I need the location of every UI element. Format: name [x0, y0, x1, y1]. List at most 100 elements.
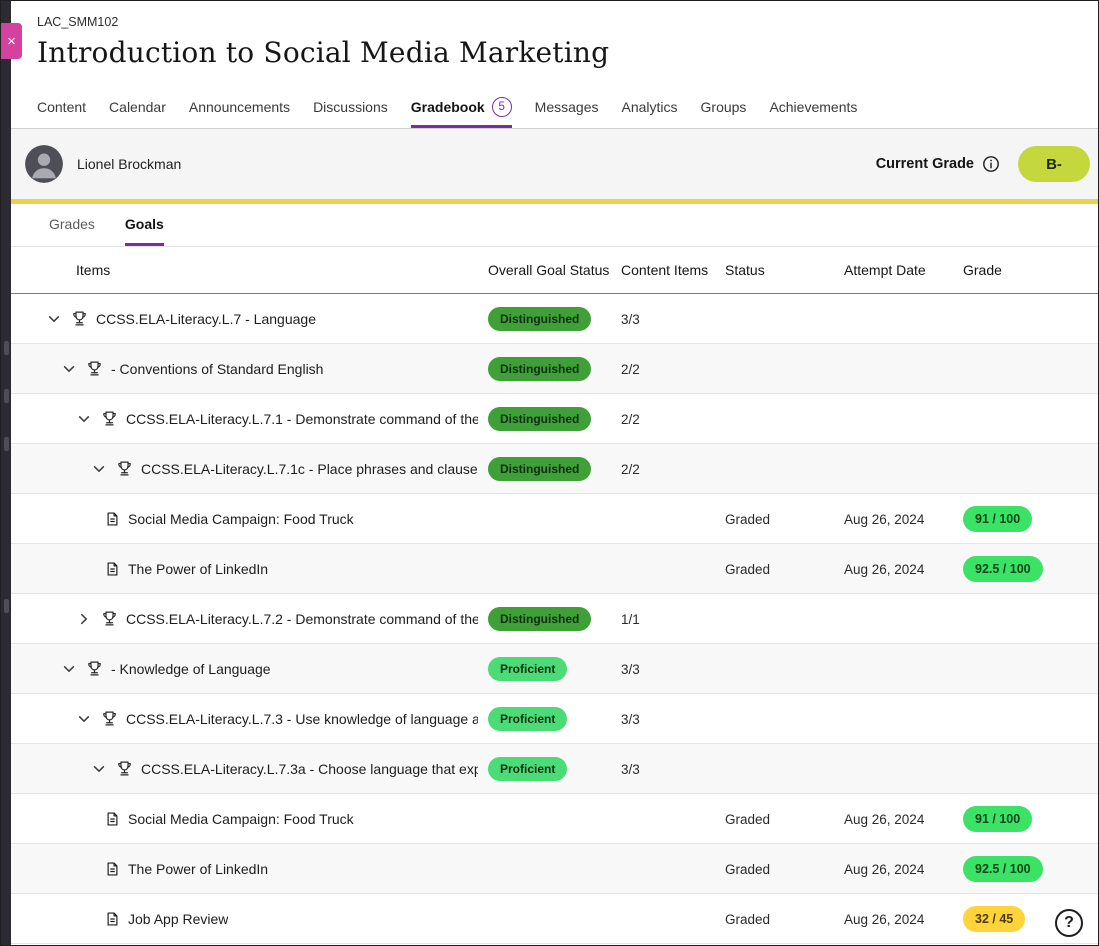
- trophy-icon: [116, 760, 133, 777]
- goal-row: CCSS.ELA-Literacy.L.7.2 - Demonstrate co…: [11, 594, 1098, 644]
- grade-pill[interactable]: 91 / 100: [963, 806, 1032, 832]
- tab-achievements[interactable]: Achievements: [769, 89, 857, 128]
- grade-pill[interactable]: 32 / 45: [963, 906, 1025, 932]
- goal-row: CCSS.ELA-Literacy.L.7.3a - Choose langua…: [11, 744, 1098, 794]
- gradebook-count-badge: 5: [492, 97, 512, 117]
- chevron-down-icon: [77, 712, 91, 726]
- tab-label: Messages: [535, 99, 599, 115]
- tab-groups[interactable]: Groups: [701, 89, 747, 128]
- trophy-icon: [71, 310, 88, 327]
- goal-row: - Knowledge of LanguageProficient3/3: [11, 644, 1098, 694]
- goal-label: CCSS.ELA-Literacy.L.7.1c - Place phrases…: [141, 461, 478, 477]
- course-header: LAC_SMM102 Introduction to Social Media …: [11, 1, 1098, 89]
- collapse-toggle[interactable]: [90, 760, 108, 778]
- collapse-toggle[interactable]: [90, 460, 108, 478]
- content-item-row: The Power of LinkedInGradedAug 26, 20249…: [11, 844, 1098, 894]
- trophy-icon: [101, 610, 118, 627]
- current-grade-label: Current Grade: [876, 156, 974, 172]
- content-item-title[interactable]: Job App Review: [128, 911, 228, 927]
- goal-status-badge: Proficient: [488, 757, 567, 781]
- document-icon: [105, 911, 120, 927]
- tab-label: Content: [37, 99, 86, 115]
- attempt-date: Aug 26, 2024: [844, 562, 924, 577]
- tab-analytics[interactable]: Analytics: [621, 89, 677, 128]
- column-header-attempt-date: Attempt Date: [844, 262, 963, 278]
- current-grade-pill[interactable]: B-: [1018, 146, 1090, 182]
- expand-toggle[interactable]: [75, 610, 93, 628]
- tab-label: Analytics: [621, 99, 677, 115]
- tab-label: Announcements: [189, 99, 290, 115]
- attempt-date: Aug 26, 2024: [844, 812, 924, 827]
- column-header-status: Status: [725, 262, 844, 278]
- tab-gradebook[interactable]: Gradebook 5: [411, 89, 512, 128]
- collapse-toggle[interactable]: [75, 410, 93, 428]
- document-icon: [105, 811, 120, 827]
- rail-partial-icon: [4, 599, 9, 613]
- goal-row: CCSS.ELA-Literacy.L.7 - LanguageDistingu…: [11, 294, 1098, 344]
- info-icon[interactable]: [982, 155, 1000, 173]
- collapse-toggle[interactable]: [60, 660, 78, 678]
- close-panel-button[interactable]: ×: [1, 23, 22, 59]
- goal-status-badge: Distinguished: [488, 607, 591, 631]
- document-icon: [105, 861, 120, 877]
- goal-status-badge: Distinguished: [488, 307, 591, 331]
- content-items-count: 2/2: [621, 412, 640, 427]
- goal-label: CCSS.ELA-Literacy.L.7.1 - Demonstrate co…: [126, 411, 478, 427]
- chevron-down-icon: [62, 362, 76, 376]
- goals-table-header: ItemsOverall Goal StatusContent ItemsSta…: [11, 247, 1098, 294]
- tab-label: Gradebook: [411, 99, 485, 115]
- trophy-icon: [116, 460, 133, 477]
- tab-messages[interactable]: Messages: [535, 89, 599, 128]
- student-bar: Lionel Brockman Current Grade B-: [11, 129, 1098, 199]
- course-title: Introduction to Social Media Marketing: [37, 36, 1098, 69]
- content-item-title[interactable]: Social Media Campaign: Food Truck: [128, 811, 354, 827]
- gradebook-subtabs: Grades Goals: [11, 204, 1098, 247]
- goal-label: CCSS.ELA-Literacy.L.7.3a - Choose langua…: [141, 761, 478, 777]
- collapse-toggle[interactable]: [45, 310, 63, 328]
- tab-content[interactable]: Content: [37, 89, 86, 128]
- goal-status-badge: Distinguished: [488, 357, 591, 381]
- content-items-count: 3/3: [621, 712, 640, 727]
- grade-pill[interactable]: 92.5 / 100: [963, 556, 1043, 582]
- course-id: LAC_SMM102: [37, 15, 1098, 29]
- content-items-count: 3/3: [621, 762, 640, 777]
- rail-partial-icon: [4, 341, 9, 355]
- content-item-title[interactable]: The Power of LinkedIn: [128, 861, 268, 877]
- user-avatar-icon: [25, 145, 63, 183]
- rail-partial-icon: [4, 389, 9, 403]
- main-content: LAC_SMM102 Introduction to Social Media …: [11, 1, 1098, 945]
- goal-row: CCSS.ELA-Literacy.L.7.1 - Demonstrate co…: [11, 394, 1098, 444]
- goal-label: - Conventions of Standard English: [111, 361, 323, 377]
- grade-pill[interactable]: 92.5 / 100: [963, 856, 1043, 882]
- content-items-count: 2/2: [621, 462, 640, 477]
- tab-announcements[interactable]: Announcements: [189, 89, 290, 128]
- column-header-grade: Grade: [963, 262, 1098, 278]
- goal-label: CCSS.ELA-Literacy.L.7.3 - Use knowledge …: [126, 711, 478, 727]
- chevron-down-icon: [92, 762, 106, 776]
- help-button[interactable]: ?: [1055, 909, 1083, 937]
- collapse-toggle[interactable]: [60, 360, 78, 378]
- column-header-items: Items: [11, 262, 488, 278]
- goal-row: CCSS.ELA-Literacy.L.7.1c - Place phrases…: [11, 444, 1098, 494]
- tab-calendar[interactable]: Calendar: [109, 89, 166, 128]
- gradebook-goals-page: × LAC_SMM102 Introduction to Social Medi…: [0, 0, 1099, 946]
- content-item-title[interactable]: The Power of LinkedIn: [128, 561, 268, 577]
- course-nav: Content Calendar Announcements Discussions G…: [11, 89, 1098, 129]
- chevron-right-icon: [77, 612, 91, 626]
- column-header-overall-goal-status: Overall Goal Status: [488, 262, 621, 278]
- left-rail: [1, 1, 11, 945]
- item-status: Graded: [725, 512, 770, 527]
- tab-discussions[interactable]: Discussions: [313, 89, 388, 128]
- trophy-icon: [101, 410, 118, 427]
- goal-label: - Knowledge of Language: [111, 661, 271, 677]
- subtab-goals[interactable]: Goals: [125, 216, 164, 246]
- collapse-toggle[interactable]: [75, 710, 93, 728]
- item-status: Graded: [725, 812, 770, 827]
- content-item-title[interactable]: Social Media Campaign: Food Truck: [128, 511, 354, 527]
- subtab-grades[interactable]: Grades: [49, 216, 95, 246]
- item-status: Graded: [725, 562, 770, 577]
- trophy-icon: [86, 360, 103, 377]
- attempt-date: Aug 26, 2024: [844, 912, 924, 927]
- grade-pill[interactable]: 91 / 100: [963, 506, 1032, 532]
- tab-label: Groups: [701, 99, 747, 115]
